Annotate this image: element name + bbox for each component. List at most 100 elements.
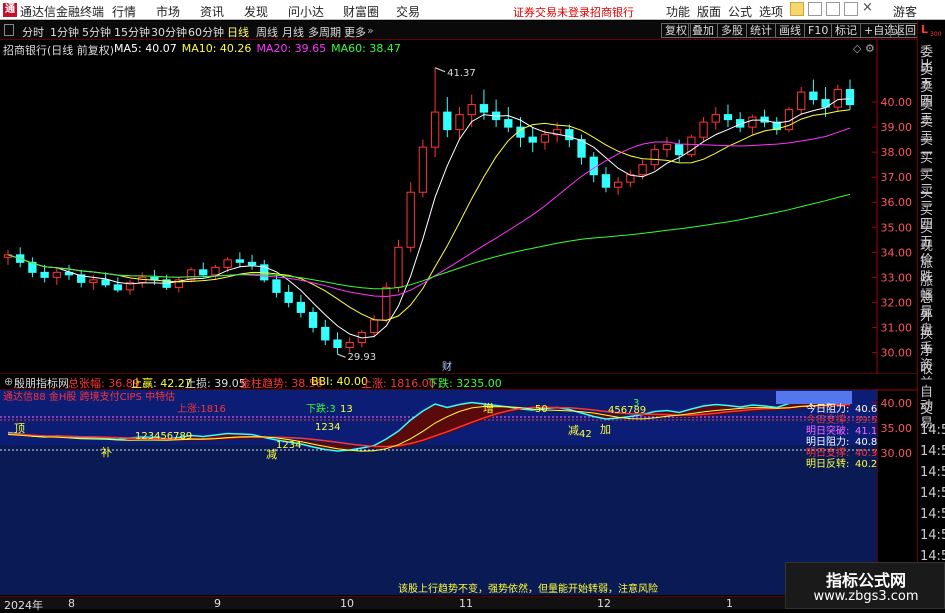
info-value-2: 41.1 [855,426,877,437]
ylabel-10: 30.00 [881,346,913,359]
candle-body-25 [308,311,318,328]
f10-button[interactable]: F10 [804,23,833,38]
back-button[interactable]: 返回 [890,23,920,38]
indicator-zhisun: 止损: 39.05 [185,377,246,390]
info-label-3: 明日阻力: [806,435,849,448]
indicator-toggle-icon[interactable]: ⊕ [4,375,13,388]
message-icon[interactable] [808,2,822,16]
candle-body-9 [113,284,122,291]
period-tab-1min[interactable]: 1分钟 [50,24,79,40]
ma-line-10 [7,109,851,321]
cai-label: 财 [442,360,452,373]
menu-item-discover[interactable]: 发现 [244,3,268,20]
ylabel-5: 35.00 [881,221,913,234]
adjust-button[interactable]: 复权 [661,23,691,38]
indicator-xiadie: 下跌: 3235.00 [427,377,502,390]
minimize-icon[interactable] [826,2,840,16]
draw-line-button[interactable]: 画线 [775,23,805,38]
candle-body-22 [272,279,281,293]
login-warning[interactable]: 证券交易未登录 [513,4,590,20]
indicator-header: ⊕ 殷朋指标网 总张幅: 36.89 止赢: 42.27 止损: 39.05 金… [0,374,917,391]
candle-body-36 [443,111,452,131]
period-tab-more[interactable]: 更多 [344,24,366,40]
candlestick-chart[interactable]: 40.00 39.00 38.00 37.00 36.00 35.00 34.00 33.00… [0,40,917,596]
menu-item-quotes[interactable]: 行情 [112,3,136,20]
candle-body-34 [418,146,428,193]
ylabel-6: 34.00 [881,246,913,259]
menu-item-function[interactable]: 功能 [666,3,690,20]
period-tab-day[interactable]: 日线 [227,24,249,40]
menu-item-news[interactable]: 资讯 [200,3,224,20]
menu-item-options[interactable]: 选项 [759,3,783,20]
menu-item-ask[interactable]: 问小达 [288,3,324,20]
period-tab-30min[interactable]: 30分钟 [151,24,187,40]
guest-label[interactable]: 游客 [893,3,917,20]
close-icon[interactable]: × [862,0,876,18]
app-logo-icon: 通 [3,3,17,17]
indicator-topline: 通达信88 金H股 跨境支付CIPS 中特估 [3,390,175,403]
trade-time-3: 14:5 [920,486,945,501]
tag-seq2: 1234 [276,440,301,451]
indicator-bbi: BBI: 40.00 [311,375,369,388]
broker-link[interactable]: 招商银行 [590,4,634,20]
hi-marker [434,67,446,73]
tag-num50: 50 [535,404,548,415]
ylabel-9: 31.00 [881,321,913,334]
menu-item-trade[interactable]: 交易 [396,3,420,20]
tag-seq4: 1234 [315,422,340,433]
candle-body-43 [528,136,537,143]
period-tab-week[interactable]: 周线 [256,24,278,40]
period-tab-month[interactable]: 月线 [282,24,304,40]
period-tab-15min[interactable]: 15分钟 [114,24,150,40]
tag-seq3: 456789 [608,405,646,416]
candle-body-8 [101,279,110,286]
tag-jian-2: 减 [568,424,579,437]
watermark-title: 指标公式网 [825,571,906,590]
date-month-12: 12 [597,597,611,610]
period-tab-60min[interactable]: 60分钟 [188,24,224,40]
panel-toggle-icon[interactable] [4,24,14,36]
candle-body-17 [211,266,220,276]
candle-body-65 [797,91,806,111]
candle-body-19 [235,259,245,263]
menu-bar: 通 通达信金融终端 行情 市场 资讯 发现 问小达 财富圈 交易 证券交易未登录… [0,0,945,20]
info-value-5: 40.2 [855,459,877,470]
menu-item-layout[interactable]: 版面 [697,3,721,20]
candle-body-53 [650,149,659,166]
candle-body-26 [321,326,330,341]
lower-ylabel-1: 35.00 [881,422,913,435]
candle-body-58 [711,114,720,123]
lower-ylabel-0: 40.00 [881,397,913,410]
indicator-bottom-note: 该股上行趋势不变，强势依然，但量能开始转弱，注意风险 [398,582,658,595]
stats-button[interactable]: 统计 [746,23,776,38]
date-month-9: 9 [214,597,221,610]
period-tab-5min[interactable]: 5分钟 [82,24,111,40]
overlay-button[interactable]: 叠加 [688,23,718,38]
indicator-name[interactable]: 殷朋指标网 [14,375,69,391]
trade-time-4: 14:5 [920,507,945,522]
candle-body-52 [638,164,647,176]
info-value-4: 40.3 [855,448,877,459]
period-tab-multi[interactable]: 多周期 [308,24,341,40]
watermark-url: www.zbgs3.com [813,589,919,604]
skin-icon[interactable] [790,2,804,16]
candle-body-28 [345,341,354,348]
candle-body-68 [833,89,842,108]
menu-item-market[interactable]: 市场 [156,3,180,20]
menu-item-formula[interactable]: 公式 [728,3,752,20]
tag-seq5: 13 [340,404,353,415]
period-tab-fenshi[interactable]: 分时 [22,24,44,40]
maximize-icon[interactable] [844,2,858,16]
menu-item-wealth[interactable]: 财富圈 [343,3,379,20]
date-month-10: 10 [340,597,354,610]
ylabel-7: 33.00 [881,271,913,284]
tag-num42: 42 [579,429,592,440]
mark-button[interactable]: 标记 [831,23,861,38]
multi-stock-button[interactable]: 多股 [717,23,747,38]
tag-seq1: 123456789 [135,431,192,442]
more-chevron-icon[interactable]: » [367,24,374,37]
ylabel-0: 40.00 [881,96,913,109]
candle-body-41 [504,119,513,128]
candle-body-16 [199,269,208,276]
tag-zeng: 增 [483,401,494,415]
